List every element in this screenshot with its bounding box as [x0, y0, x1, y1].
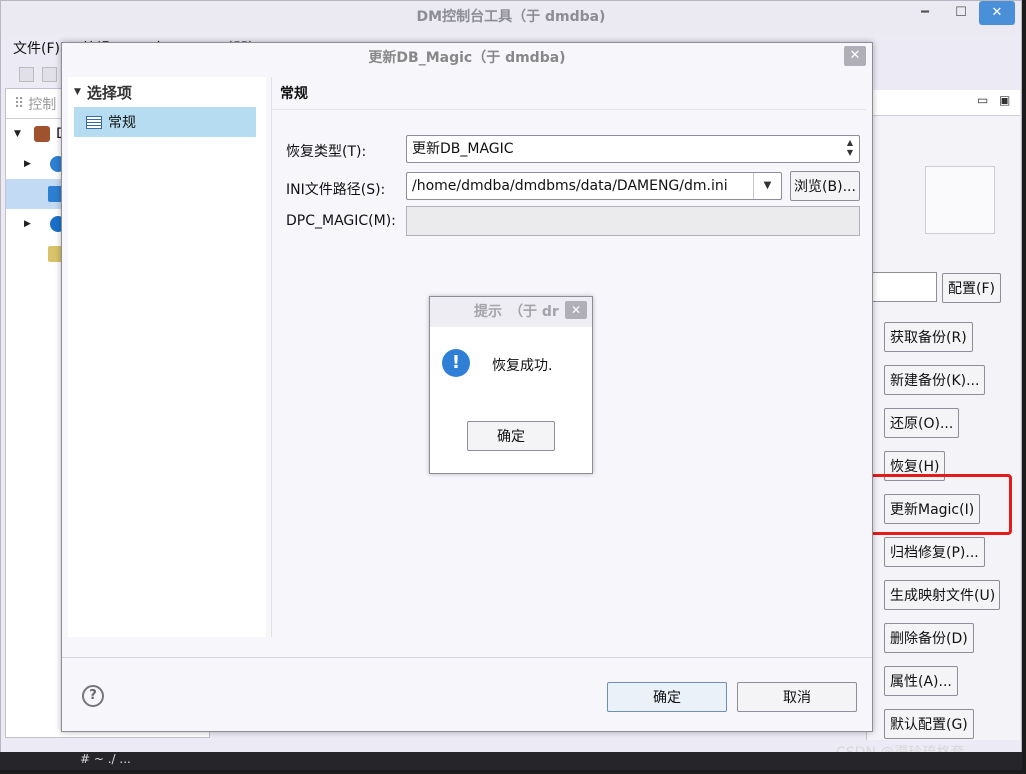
message-box-title-text: 提示 （于 dr [474, 304, 559, 320]
config-button[interactable]: 配置(F) [942, 273, 1001, 303]
close-icon[interactable]: ✕ [844, 46, 866, 66]
terminal-strip: # ~ ./ ... [0, 752, 1022, 770]
maximize-icon[interactable]: ☐ [943, 1, 979, 25]
main-window-title: DM控制台工具（于 dmdba) ━ ☐ ✕ [1, 1, 1021, 34]
delete-backup-button[interactable]: 删除备份(D) [884, 623, 974, 653]
restore-type-select[interactable]: 更新DB_MAGIC ▲ ▼ [406, 135, 860, 163]
close-icon[interactable]: ✕ [979, 1, 1015, 25]
panel-header: ▭ ▣ [867, 90, 1020, 116]
ini-path-label: INI文件路径(S): [286, 182, 386, 198]
ini-path-combo[interactable]: /home/dmdba/dmdbms/data/DAMENG/dm.ini ▼ [406, 172, 782, 200]
collapse-arrow-icon[interactable]: ▼ [14, 129, 26, 139]
message-box: 提示 （于 dr ✕ ! 恢复成功. 确定 [429, 296, 593, 474]
collapse-arrow-icon: ▼ [74, 87, 81, 97]
message-box-title: 提示 （于 dr ✕ [430, 297, 592, 327]
database-icon [34, 126, 50, 142]
main-window-title-text: DM控制台工具（于 dmdba) [416, 9, 606, 25]
dropdown-arrow-icon[interactable]: ▼ [753, 173, 781, 199]
spinner-icon[interactable]: ▲ ▼ [847, 138, 853, 158]
cancel-button[interactable]: 取消 [737, 682, 857, 712]
help-icon[interactable]: ? [82, 685, 104, 707]
restore-type-label: 恢复类型(T): [286, 144, 367, 160]
list-icon [86, 115, 102, 129]
maximize-view-icon[interactable]: ▣ [999, 93, 1010, 107]
section-title: 常规 [280, 86, 308, 102]
message-text: 恢复成功. [492, 358, 553, 374]
info-icon: ! [442, 349, 470, 377]
restore-type-value: 更新DB_MAGIC [412, 141, 514, 157]
options-panel: ▼ 选择项 常规 [68, 77, 266, 637]
expand-arrow-icon[interactable]: ▶ [24, 159, 36, 169]
section-divider [272, 109, 866, 110]
get-backup-button[interactable]: 获取备份(R) [884, 322, 973, 352]
dpc-magic-field [406, 206, 860, 236]
ok-button[interactable]: 确定 [607, 682, 727, 712]
save-icon[interactable] [19, 66, 34, 82]
dialog-footer-divider [62, 657, 872, 658]
message-ok-button[interactable]: 确定 [467, 421, 555, 451]
window-controls: ━ ☐ ✕ [907, 1, 1015, 27]
properties-button[interactable]: 属性(A)... [884, 666, 958, 696]
option-general-label: 常规 [108, 115, 136, 131]
navigator-tab-label: 控制 [28, 96, 57, 113]
save-all-icon[interactable] [42, 66, 57, 82]
browse-button[interactable]: 浏览(B)... [790, 171, 860, 201]
dpc-magic-label: DPC_MAGIC(M): [286, 213, 396, 229]
dialog-title-text: 更新DB_Magic（于 dmdba) [368, 50, 566, 66]
options-header-label: 选择项 [86, 83, 132, 102]
generate-mapping-button[interactable]: 生成映射文件(U) [884, 580, 1000, 610]
restore-button[interactable]: 还原(O)... [884, 408, 960, 438]
config-input[interactable] [867, 272, 937, 302]
close-icon[interactable]: ✕ [565, 301, 587, 319]
default-config-button[interactable]: 默认配置(G) [884, 709, 974, 739]
tree-icon: ⠿ [14, 95, 25, 112]
expand-arrow-icon[interactable]: ▶ [24, 219, 36, 229]
info-box [925, 166, 995, 234]
ini-path-value: /home/dmdba/dmdbms/data/DAMENG/dm.ini [412, 178, 728, 194]
menu-file[interactable]: 文件(F) [13, 38, 60, 58]
minimize-view-icon[interactable]: ▭ [977, 93, 988, 107]
minimize-icon[interactable]: ━ [907, 1, 943, 25]
dialog-title: 更新DB_Magic（于 dmdba) ✕ [62, 43, 872, 73]
option-general[interactable]: 常规 [74, 107, 256, 137]
options-header[interactable]: ▼ 选择项 [68, 77, 266, 107]
archive-repair-button[interactable]: 归档修复(P)... [884, 537, 985, 567]
new-backup-button[interactable]: 新建备份(K)... [884, 365, 986, 395]
